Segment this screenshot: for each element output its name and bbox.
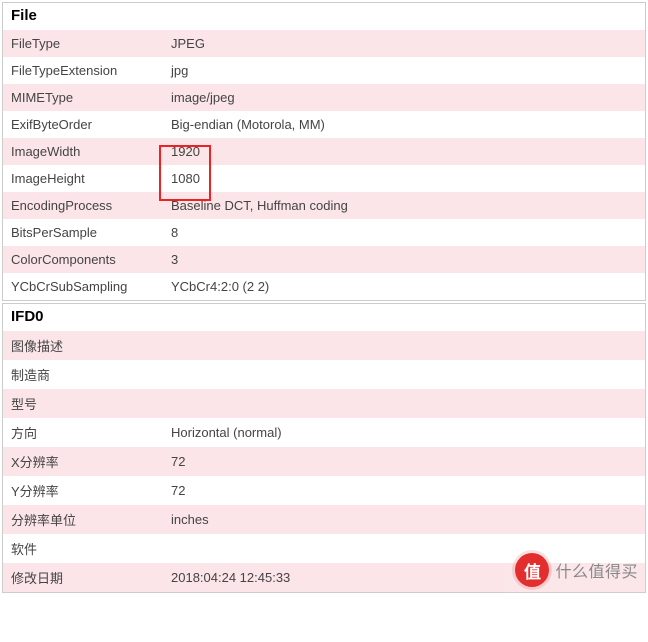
- key-mimetype: MIMEType: [3, 84, 163, 111]
- table-row: 方向Horizontal (normal): [3, 418, 645, 447]
- watermark-badge-icon: 值: [515, 553, 549, 587]
- value-image-description: [163, 331, 645, 360]
- key-bitspersample: BitsPerSample: [3, 219, 163, 246]
- key-exifbyteorder: ExifByteOrder: [3, 111, 163, 138]
- value-filetype: JPEG: [163, 30, 645, 57]
- value-ycbcrsubsampling: YCbCr4:2:0 (2 2): [163, 273, 645, 300]
- table-row: ColorComponents3: [3, 246, 645, 273]
- table-row: ImageHeight1080: [3, 165, 645, 192]
- table-row: ImageWidth1920: [3, 138, 645, 165]
- table-row: BitsPerSample8: [3, 219, 645, 246]
- watermark: 值 什么值得买: [505, 547, 648, 593]
- value-resolution-unit: inches: [163, 505, 645, 534]
- value-colorcomponents: 3: [163, 246, 645, 273]
- value-xresolution: 72: [163, 447, 645, 476]
- value-yresolution: 72: [163, 476, 645, 505]
- table-row: FileTypeExtensionjpg: [3, 57, 645, 84]
- key-manufacturer: 制造商: [3, 360, 163, 389]
- key-orientation: 方向: [3, 418, 163, 447]
- table-row: YCbCrSubSamplingYCbCr4:2:0 (2 2): [3, 273, 645, 300]
- table-row: EncodingProcessBaseline DCT, Huffman cod…: [3, 192, 645, 219]
- key-filetypeextension: FileTypeExtension: [3, 57, 163, 84]
- key-modify-date: 修改日期: [3, 563, 163, 592]
- key-colorcomponents: ColorComponents: [3, 246, 163, 273]
- table-row: ExifByteOrderBig-endian (Motorola, MM): [3, 111, 645, 138]
- value-imagewidth: 1920: [163, 138, 645, 165]
- panel-title-ifd0: IFD0: [3, 304, 645, 331]
- key-filetype: FileType: [3, 30, 163, 57]
- key-imageheight: ImageHeight: [3, 165, 163, 192]
- key-imagewidth: ImageWidth: [3, 138, 163, 165]
- key-yresolution: Y分辨率: [3, 476, 163, 505]
- value-mimetype: image/jpeg: [163, 84, 645, 111]
- key-xresolution: X分辨率: [3, 447, 163, 476]
- table-file: FileTypeJPEG FileTypeExtensionjpg MIMETy…: [3, 30, 645, 300]
- value-exifbyteorder: Big-endian (Motorola, MM): [163, 111, 645, 138]
- value-orientation: Horizontal (normal): [163, 418, 645, 447]
- value-manufacturer: [163, 360, 645, 389]
- panel-file: File FileTypeJPEG FileTypeExtensionjpg M…: [2, 2, 646, 301]
- table-row: 分辨率单位inches: [3, 505, 645, 534]
- table-row: 型号: [3, 389, 645, 418]
- table-row: X分辨率72: [3, 447, 645, 476]
- table-row: FileTypeJPEG: [3, 30, 645, 57]
- table-row: 图像描述: [3, 331, 645, 360]
- value-imageheight: 1080: [163, 165, 645, 192]
- value-filetypeextension: jpg: [163, 57, 645, 84]
- key-ycbcrsubsampling: YCbCrSubSampling: [3, 273, 163, 300]
- key-software: 软件: [3, 534, 163, 563]
- table-row: 制造商: [3, 360, 645, 389]
- value-bitspersample: 8: [163, 219, 645, 246]
- value-model: [163, 389, 645, 418]
- value-encodingprocess: Baseline DCT, Huffman coding: [163, 192, 645, 219]
- key-image-description: 图像描述: [3, 331, 163, 360]
- watermark-text: 什么值得买: [555, 558, 638, 582]
- key-resolution-unit: 分辨率单位: [3, 505, 163, 534]
- key-model: 型号: [3, 389, 163, 418]
- table-row: Y分辨率72: [3, 476, 645, 505]
- key-encodingprocess: EncodingProcess: [3, 192, 163, 219]
- table-row: MIMETypeimage/jpeg: [3, 84, 645, 111]
- panel-title-file: File: [3, 3, 645, 30]
